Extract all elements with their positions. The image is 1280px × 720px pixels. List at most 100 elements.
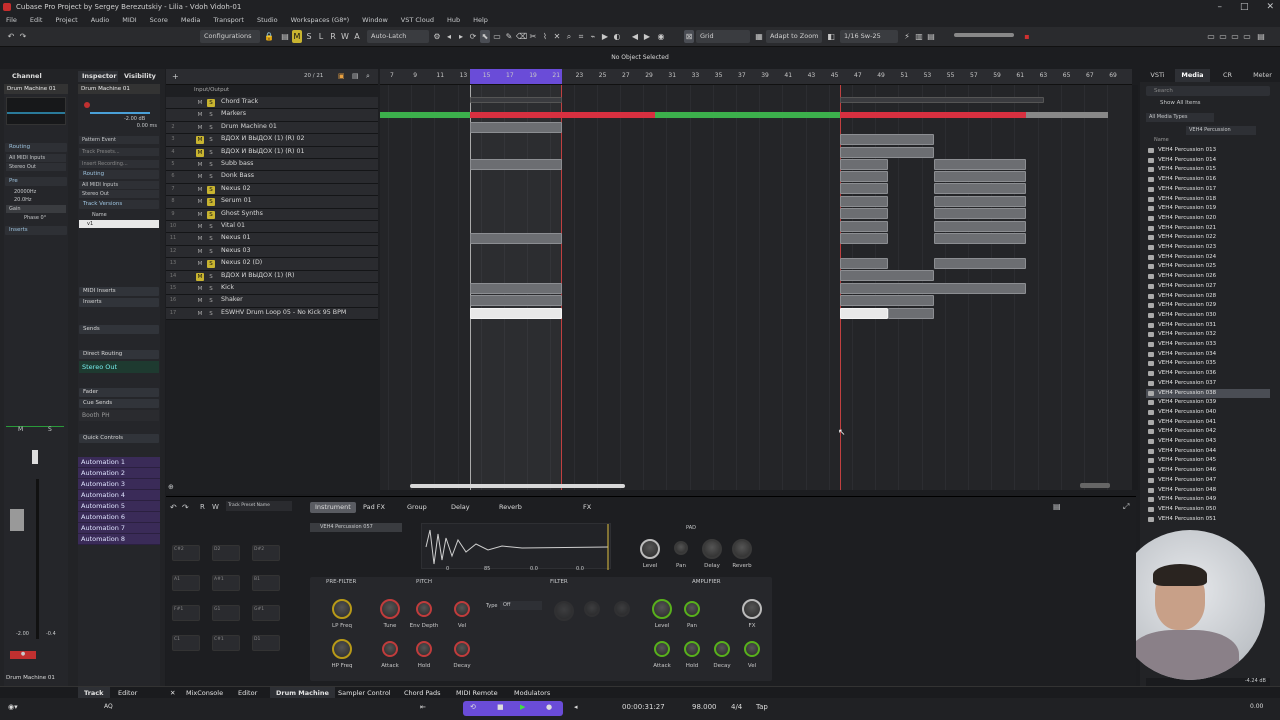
media-list-item[interactable]: VEH4 Percussion 034 — [1146, 350, 1270, 360]
drum-pad[interactable]: A#1 — [212, 575, 240, 591]
quantize-panel-icon[interactable]: ▥ — [914, 30, 924, 43]
constrain-icon[interactable]: ▤ — [280, 30, 290, 43]
tab-cr[interactable]: CR — [1210, 69, 1245, 82]
cycle-icon[interactable]: ⟲ — [470, 703, 476, 711]
range-tool-icon[interactable]: ▭ — [492, 30, 502, 43]
quick-control-7[interactable]: Automation 7 — [78, 523, 160, 534]
zoom-tool-icon[interactable]: ⌕ — [564, 30, 574, 43]
drum-pad[interactable]: D#2 — [252, 545, 280, 561]
track-row[interactable]: 4 M S ВДОХ И ВЫДОХ (1) (R) 01 — [166, 146, 378, 159]
media-list-item[interactable]: VEH4 Percussion 028 — [1146, 292, 1270, 302]
inserts-header[interactable]: Inserts — [79, 298, 159, 307]
media-list-item[interactable]: VEH4 Percussion 019 — [1146, 204, 1270, 214]
clip-nexus01-3[interactable] — [934, 233, 1026, 244]
drum-pad[interactable]: G#1 — [252, 605, 280, 621]
media-list-item[interactable]: VEH4 Percussion 043 — [1146, 437, 1270, 447]
track-solo-button[interactable]: S — [207, 310, 215, 318]
menu-edit[interactable]: Edit — [30, 14, 43, 27]
chord-track-marker-5[interactable] — [1026, 112, 1108, 118]
track-delay-value[interactable]: 0.00 ms — [78, 122, 160, 130]
sends-header[interactable]: Sends — [79, 325, 159, 334]
erase-tool-icon[interactable]: ⌫ — [516, 30, 527, 43]
tab-delay[interactable]: Delay — [446, 502, 475, 513]
media-list-item[interactable]: VEH4 Percussion 041 — [1146, 418, 1270, 428]
pitch-decay-knob[interactable] — [454, 641, 470, 657]
snap-toggle-icon[interactable]: ⊠ — [684, 30, 694, 43]
channel-record-button[interactable]: ● — [10, 651, 36, 659]
media-list-item[interactable]: VEH4 Percussion 014 — [1146, 156, 1270, 166]
pad-delay-knob[interactable] — [702, 539, 722, 559]
track-mute-button[interactable]: M — [196, 223, 204, 231]
media-search-input[interactable]: Search — [1146, 86, 1270, 96]
track-presets-select[interactable]: Track Presets... — [79, 148, 159, 156]
track-solo-button[interactable]: S — [207, 235, 215, 243]
media-list-item[interactable]: VEH4 Percussion 045 — [1146, 456, 1270, 466]
quick-control-6[interactable]: Automation 6 — [78, 512, 160, 523]
media-list-item[interactable]: VEH4 Percussion 047 — [1146, 476, 1270, 486]
sample-end-value[interactable]: 85 — [484, 566, 490, 572]
amp-level-knob[interactable] — [652, 599, 672, 619]
track-row[interactable]: 10 M S Vital 01 — [166, 221, 378, 234]
clip-kick-2[interactable] — [840, 283, 1026, 294]
menu-project[interactable]: Project — [55, 14, 77, 27]
routing-section-header[interactable]: Routing — [79, 170, 159, 179]
solo-toggle[interactable]: S — [304, 30, 314, 43]
clip-vital-1[interactable] — [840, 221, 888, 232]
lz-undo-icon[interactable]: ↶ — [170, 503, 177, 512]
clip-drum-loop-2[interactable] — [840, 308, 888, 319]
amp-attack-knob[interactable] — [654, 641, 670, 657]
direct-routing-header[interactable]: Direct Routing — [79, 350, 159, 359]
drum-pad[interactable]: D2 — [212, 545, 240, 561]
track-row[interactable]: 16 M S Shaker — [166, 295, 378, 308]
automation-mode-dropdown[interactable]: Auto-Latch — [367, 30, 429, 43]
channel-fader-handle[interactable] — [10, 509, 24, 531]
maximize-icon[interactable]: □ — [1240, 2, 1249, 12]
amp-decay-knob[interactable] — [714, 641, 730, 657]
track-mute-button[interactable]: M — [196, 161, 204, 169]
media-path-select[interactable]: VEH4 Percussion — [1186, 126, 1256, 135]
media-list-item[interactable]: VEH4 Percussion 044 — [1146, 447, 1270, 457]
channel-input-select[interactable]: All MIDI Inputs — [6, 154, 66, 162]
track-mute-button[interactable]: M — [196, 173, 204, 181]
step-forward-icon[interactable]: ▸ — [456, 30, 466, 43]
clip-vital-2[interactable] — [934, 221, 1026, 232]
clip-vdoh-01[interactable] — [840, 147, 934, 158]
track-row[interactable]: 2 M S Drum Machine 01 — [166, 121, 378, 135]
tab-reverb[interactable]: Reverb — [494, 502, 527, 513]
play-icon[interactable]: ▶ — [520, 703, 525, 711]
add-track-icon[interactable]: + — [172, 72, 179, 81]
fade-out-value[interactable]: 0.0 — [576, 566, 584, 572]
close-icon[interactable]: ✕ — [1266, 2, 1274, 12]
insert-recording-select[interactable]: Insert Recording... — [79, 160, 159, 168]
timeline-ruler[interactable]: 7 9 11 13 15 17 19 21 23 25 27 29 31 33 35 37 39 41 43 45 47… — [380, 69, 1132, 85]
cue-send-booth[interactable]: Booth PH — [79, 410, 159, 421]
glue-tool-icon[interactable]: ⌇ — [540, 30, 550, 43]
quick-control-3[interactable]: Automation 3 — [78, 479, 160, 490]
drum-pad[interactable]: B1 — [252, 575, 280, 591]
track-mute-button[interactable]: M — [196, 211, 204, 219]
midi-inserts-header[interactable]: MIDI Inserts — [79, 287, 159, 296]
clip-ghost-1[interactable] — [840, 208, 888, 219]
lock-track-icon[interactable]: ▣ — [338, 72, 345, 80]
track-mute-button[interactable]: M — [196, 260, 204, 268]
media-list-item[interactable]: VEH4 Percussion 021 — [1146, 224, 1270, 234]
lp-freq-knob[interactable] — [332, 599, 352, 619]
quantize-apply-icon[interactable]: ▤ — [926, 30, 936, 43]
pre-lowpass-freq[interactable]: 20000Hz — [4, 188, 68, 196]
quick-controls-header[interactable]: Quick Controls — [79, 434, 159, 443]
clip-drum-loop-1[interactable] — [470, 308, 562, 319]
tab-group[interactable]: Group — [402, 502, 432, 513]
clip-donk-bass-2[interactable] — [934, 171, 1026, 182]
filter-cutoff-knob[interactable] — [554, 601, 574, 621]
horizontal-scrollbar[interactable] — [410, 484, 625, 488]
channel-mute-button[interactable]: M — [18, 426, 23, 433]
media-list-item[interactable]: VEH4 Percussion 050 — [1146, 505, 1270, 515]
channel-routing-header[interactable]: Routing — [5, 143, 67, 152]
sample-start-value[interactable]: 0 — [446, 566, 449, 572]
media-list-item[interactable]: VEH4 Percussion 015 — [1146, 165, 1270, 175]
color-palette-icon[interactable]: ◉ — [656, 30, 666, 43]
drum-pad[interactable]: G1 — [212, 605, 240, 621]
channel-solo-button[interactable]: S — [48, 426, 52, 433]
track-mute-button[interactable]: M — [196, 235, 204, 243]
track-search-icon[interactable]: ⌕ — [366, 72, 370, 81]
